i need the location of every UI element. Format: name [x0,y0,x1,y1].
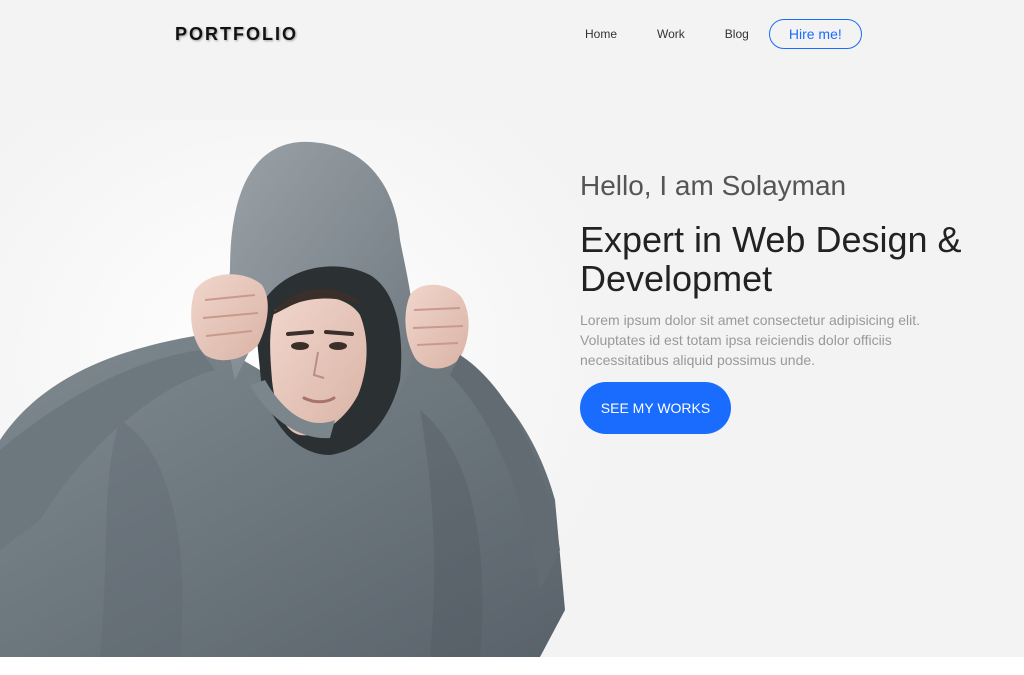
man-in-hoodie-illustration [0,120,600,657]
see-my-works-button[interactable]: SEE MY WORKS [580,382,731,434]
hero-photo [0,120,600,657]
nav-link-work[interactable]: Work [657,27,685,41]
hire-me-button[interactable]: Hire me! [768,19,862,49]
nav-link-home[interactable]: Home [585,27,617,41]
hero-section: PORTFOLIO Home Work Blog Hire me! Hello,… [0,0,1024,657]
hero-headline: Expert in Web Design & Developmet [580,219,962,299]
nav-link-blog[interactable]: Blog [725,27,749,41]
main-nav: Home Work Blog Hire me! [569,18,862,50]
hero-text: Hello, I am Solayman Expert in Web Desig… [580,168,1000,434]
hero-greeting: Hello, I am Solayman [580,170,847,201]
logo[interactable]: PORTFOLIO [175,24,298,45]
hero-description: Lorem ipsum dolor sit amet consectetur a… [580,312,921,368]
